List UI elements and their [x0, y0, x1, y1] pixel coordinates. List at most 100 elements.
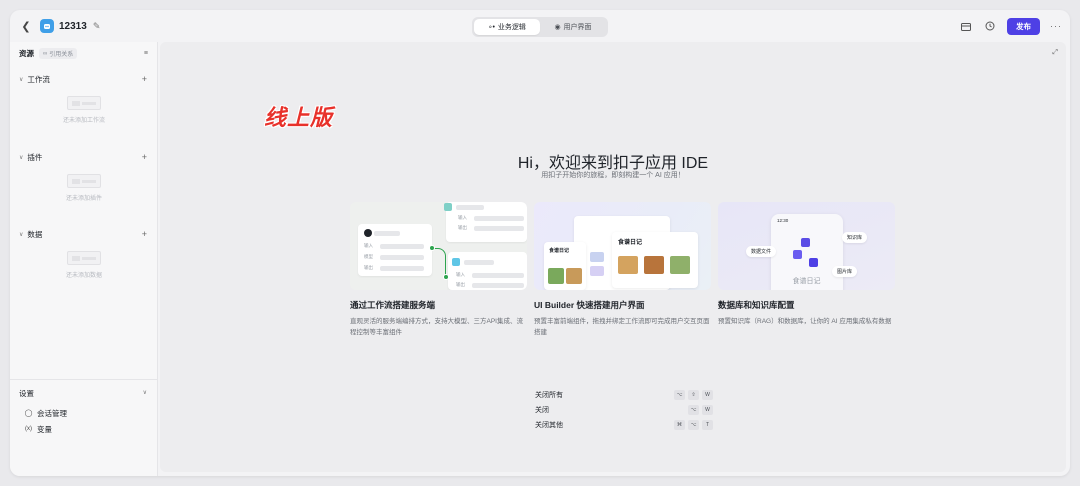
illus-label: 模型	[364, 254, 373, 259]
card-title: 数据库和知识库配置	[718, 300, 795, 310]
tab-user-interface[interactable]: ◉ 用户界面	[540, 19, 606, 35]
settings-item-variable[interactable]: (x) 变量	[10, 422, 158, 436]
image-chip	[809, 258, 818, 267]
view-switcher: ∘• 业务逻辑 ◉ 用户界面	[472, 17, 608, 37]
tab-label: 业务逻辑	[497, 24, 526, 31]
tab-label: 用户界面	[563, 24, 592, 31]
section-header-plugin[interactable]: ∨ 插件 +	[10, 150, 158, 164]
feature-card-database[interactable]: 12:30 知识库 数据文件 图片库 食谱日记 数据库和知识库配置 预置知识库（…	[718, 202, 895, 327]
illus-bar	[456, 205, 484, 210]
section-title: 插件	[27, 152, 43, 162]
app-name: 12313	[59, 20, 87, 32]
illus-label: 输出	[458, 225, 467, 230]
sidebar-header: 资源 ∞ 引用关系	[19, 48, 78, 59]
key-cap: W	[702, 389, 713, 400]
empty-illustration	[67, 251, 101, 265]
settings-item-conversation[interactable]: ◯ 会话管理	[10, 406, 158, 420]
illus-panel: 输入 模型 输出	[358, 224, 432, 276]
connector-dot	[429, 245, 435, 251]
food-image	[670, 256, 690, 274]
hero-subtitle: 用扣子开始你的旅程，即刻构建一个 AI 应用！	[541, 172, 685, 179]
shortcut-label: 关闭所有	[535, 391, 563, 399]
food-image	[644, 256, 664, 274]
chevron-down-icon: ∨	[19, 231, 24, 238]
node-icon	[452, 258, 460, 266]
illus-screen: 食谱日记	[544, 242, 586, 290]
section-data: ∨ 数据 + 还未添加数据	[10, 227, 158, 279]
shortcut-row: 关闭其他 ⌘ ⌥ T	[535, 417, 713, 432]
link-icon: ∞	[43, 50, 48, 57]
illus-label: 食谱日记	[618, 240, 643, 246]
shortcut-row: 关闭 ⌥ W	[535, 402, 713, 417]
shortcut-keys: ⌘ ⌥ T	[674, 419, 713, 430]
add-workflow-button[interactable]: +	[142, 74, 147, 84]
illus-bar	[472, 273, 524, 278]
edit-icon[interactable]: ✎	[93, 21, 101, 32]
illus-label: 输入	[364, 243, 373, 248]
palette-icon: ◉	[554, 24, 561, 31]
add-data-button[interactable]: +	[142, 229, 147, 239]
variable-icon: (x)	[25, 426, 32, 432]
key-cap: W	[702, 404, 713, 415]
chevron-down-icon: ∨	[19, 76, 24, 83]
chevron-left-icon[interactable]: ❮	[18, 18, 34, 34]
section-title: 工作流	[27, 74, 50, 84]
illus-label: 输出	[364, 265, 373, 270]
illus-bar	[374, 231, 400, 236]
section-header-workflow[interactable]: ∨ 工作流 +	[10, 72, 158, 86]
shortcut-label: 关闭其他	[535, 421, 563, 429]
settings-header[interactable]: 设置 ∨	[10, 386, 158, 400]
expand-icon[interactable]: ⤢	[1052, 49, 1058, 57]
bot-icon	[44, 24, 50, 29]
collapse-sidebar-icon[interactable]: ≡	[144, 50, 148, 57]
component-chip	[590, 252, 604, 262]
illus-screen: 食谱日记	[612, 232, 698, 288]
illus-bar	[472, 283, 524, 288]
tag-knowledge: 知识库	[842, 232, 868, 243]
ref-chip-label: 引用关系	[49, 52, 74, 58]
empty-text: 还未添加工作流	[62, 118, 105, 124]
settings-panel: 设置 ∨ ◯ 会话管理 (x) 变量	[10, 379, 158, 436]
calendar-icon[interactable]	[959, 19, 973, 33]
illus-panel: 输入 输出	[444, 202, 527, 242]
workflow-illustration: 输入 输出 输入 模型 输出 输入 输出	[350, 202, 527, 290]
shortcut-list: 关闭所有 ⌥ ⇧ W 关闭 ⌥ W 关闭其他 ⌘ ⌥ T	[535, 387, 713, 432]
illus-bar	[464, 260, 494, 265]
shortcut-row: 关闭所有 ⌥ ⇧ W	[535, 387, 713, 402]
app-icon	[40, 19, 54, 33]
publish-button[interactable]: 发布	[1007, 17, 1040, 35]
illus-label: 食谱日记	[549, 248, 570, 254]
illus-label: 输入	[456, 272, 465, 277]
knowledge-chip	[801, 238, 810, 247]
reference-relation-button[interactable]: ∞ 引用关系	[39, 48, 78, 59]
tab-business-logic[interactable]: ∘• 业务逻辑	[474, 19, 540, 35]
chevron-down-icon: ∨	[19, 154, 24, 161]
component-chip	[590, 266, 604, 276]
main-canvas: ⤢ 线上版 Hi，欢迎来到扣子应用 IDE 用扣子开始你的旅程，即刻构建一个 A…	[160, 42, 1066, 472]
app-window: ❮ 12313 ✎ ∘• 业务逻辑 ◉ 用户界面 发布 ··· 资源 ∞ 引用关…	[10, 10, 1070, 476]
settings-title: 设置	[19, 388, 34, 398]
food-image	[566, 268, 582, 284]
illus-caption: 食谱日记	[792, 278, 821, 285]
settings-item-label: 变量	[37, 424, 52, 434]
shortcut-keys: ⌥ ⇧ W	[674, 389, 713, 400]
food-image	[548, 268, 564, 284]
node-icon	[444, 203, 452, 211]
key-cap: ⌘	[674, 419, 685, 430]
feature-card-workflow[interactable]: 输入 输出 输入 模型 输出 输入 输出 通过工作流搭建服务端 直观灵活的服务端…	[350, 202, 527, 338]
chevron-down-icon: ∨	[142, 390, 147, 396]
add-plugin-button[interactable]: +	[142, 152, 147, 162]
food-image	[618, 256, 638, 274]
key-cap: ⌥	[688, 419, 699, 430]
more-icon[interactable]: ···	[1050, 21, 1062, 31]
card-description: 预置知识库（RAG）和数据库，让你的 AI 应用集成私有数据	[718, 318, 892, 325]
resource-sidebar: 资源 ∞ 引用关系 ≡ ∨ 工作流 + 还未添加工作流 ∨ 插件 + 还未添加插…	[10, 42, 158, 476]
empty-text: 还未添加插件	[65, 196, 102, 202]
flow-icon: ∘•	[488, 24, 495, 31]
history-icon[interactable]	[983, 19, 997, 33]
section-header-data[interactable]: ∨ 数据 +	[10, 227, 158, 241]
feature-card-ui-builder[interactable]: 食谱日记 食谱日记 UI Builder 快速搭建用户界面 预置丰富前端组件，拖…	[534, 202, 711, 338]
database-illustration: 12:30 知识库 数据文件 图片库 食谱日记	[718, 202, 895, 290]
illus-bar	[474, 226, 524, 231]
card-title: 通过工作流搭建服务端	[350, 300, 436, 310]
